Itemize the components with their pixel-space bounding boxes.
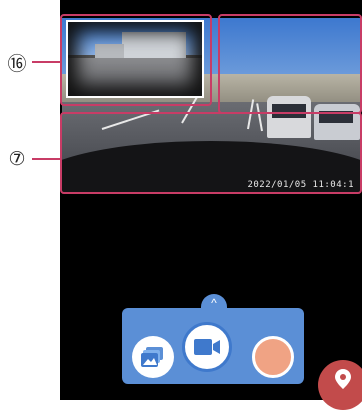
gallery-icon: [141, 347, 163, 367]
rear-camera-pip[interactable]: [66, 20, 204, 98]
record-button[interactable]: [182, 322, 232, 372]
gallery-button[interactable]: [132, 336, 174, 378]
map-button[interactable]: [318, 360, 362, 410]
callout-main-leader: [32, 158, 62, 160]
callout-pip: ⑯: [7, 52, 27, 75]
map-pin-icon: [335, 369, 351, 389]
shutter-button[interactable]: [252, 336, 294, 378]
video-camera-icon: [194, 339, 220, 355]
callout-pip-leader: [32, 61, 62, 63]
highlight-frame-main-view: [60, 112, 362, 194]
pip-vignette: [68, 22, 202, 96]
callout-main-view: ⑦: [8, 148, 26, 170]
highlight-frame: [218, 14, 362, 114]
